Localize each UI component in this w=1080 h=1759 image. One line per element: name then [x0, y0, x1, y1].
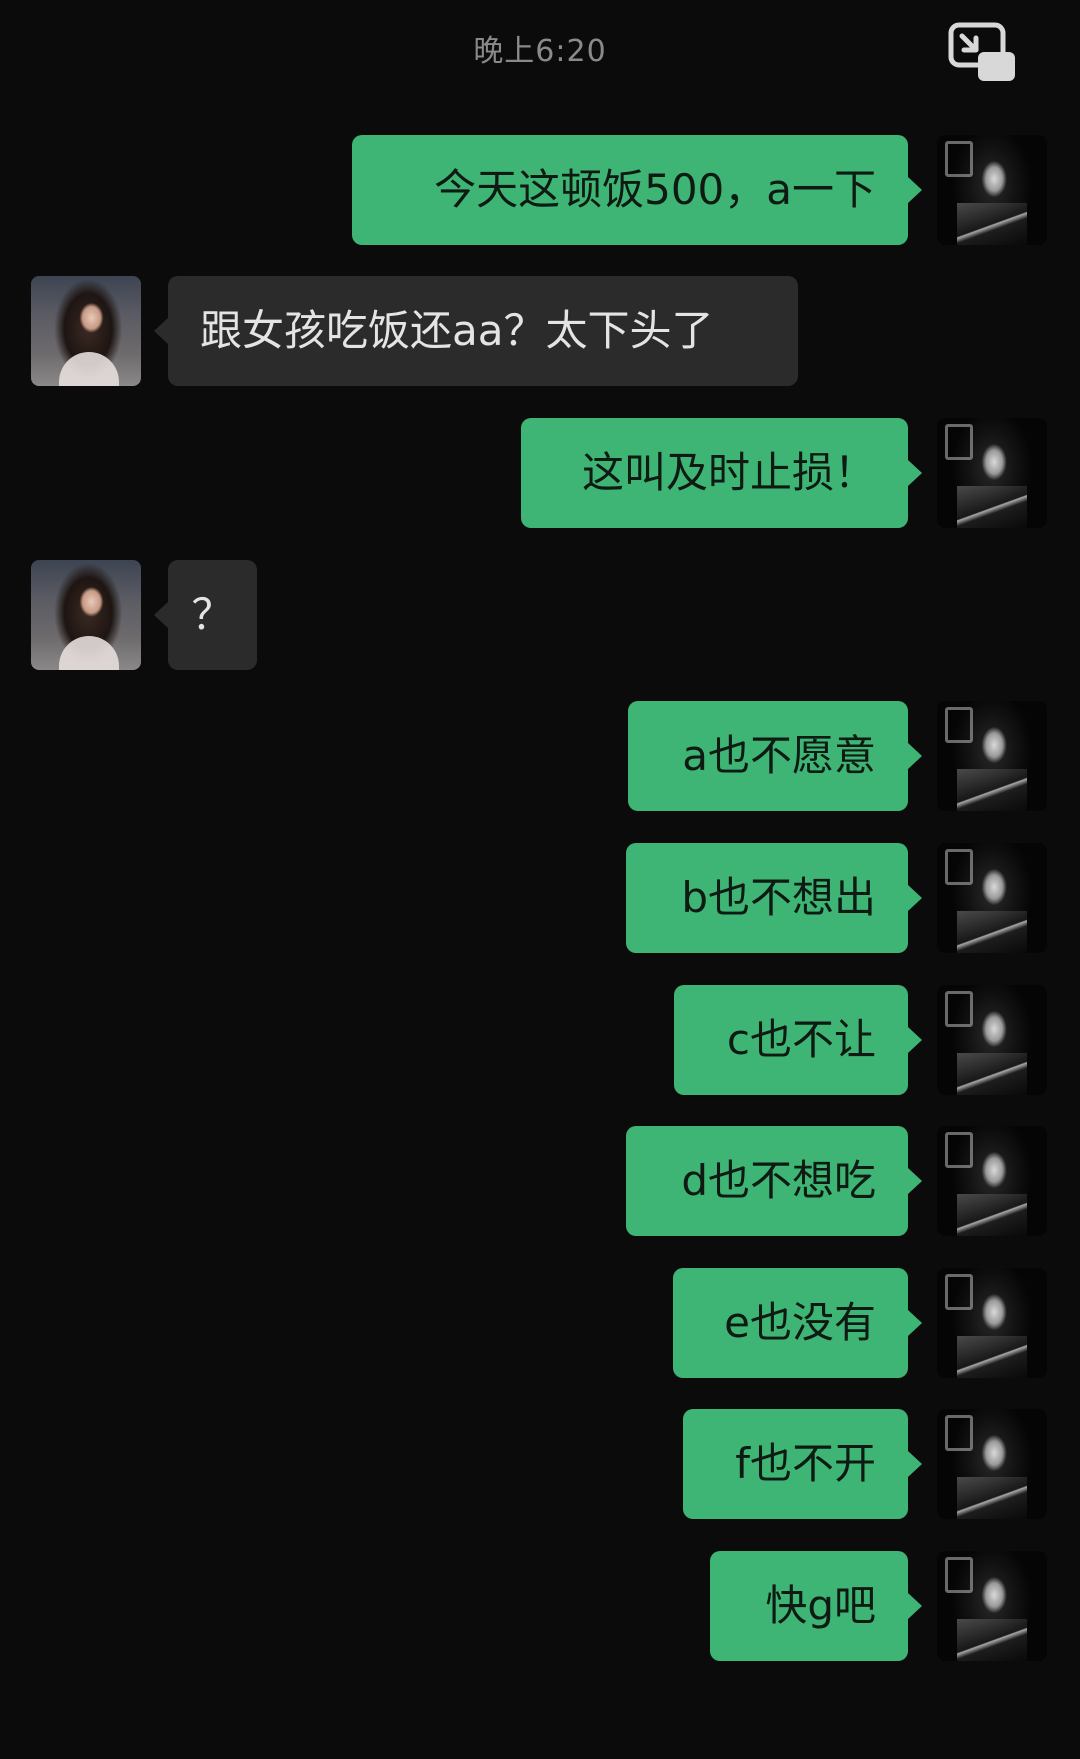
message-row-sent: b也不想出 — [0, 843, 1080, 953]
message-bubble-sent[interactable]: 这叫及时止损！ — [521, 418, 922, 528]
picture-in-picture-icon[interactable] — [948, 22, 1018, 84]
message-bubble-sent[interactable]: e也没有 — [673, 1268, 922, 1378]
my-avatar[interactable] — [937, 418, 1047, 528]
my-avatar[interactable] — [937, 1126, 1047, 1236]
my-avatar[interactable] — [937, 135, 1047, 245]
message-row-sent: d也不想吃 — [0, 1126, 1080, 1236]
message-bubble-received[interactable]: ？ — [154, 560, 257, 670]
message-bubble-sent[interactable]: b也不想出 — [626, 843, 922, 953]
contact-avatar[interactable] — [31, 276, 141, 386]
message-bubble-sent[interactable]: 快g吧 — [710, 1551, 922, 1661]
contact-avatar[interactable] — [31, 560, 141, 670]
message-row-sent: 快g吧 — [0, 1551, 1080, 1661]
my-avatar[interactable] — [937, 701, 1047, 811]
message-bubble-sent[interactable]: c也不让 — [674, 985, 922, 1095]
message-bubble-sent[interactable]: 今天这顿饭500，a一下 — [352, 135, 922, 245]
message-row-sent: 今天这顿饭500，a一下 — [0, 135, 1080, 245]
my-avatar[interactable] — [937, 843, 1047, 953]
message-row-received: ？ — [0, 560, 1080, 670]
chat-timestamp: 晚上6:20 — [473, 34, 607, 69]
message-bubble-received[interactable]: 跟女孩吃饭还aa？太下头了 — [154, 276, 798, 386]
my-avatar[interactable] — [937, 1551, 1047, 1661]
my-avatar[interactable] — [937, 985, 1047, 1095]
my-avatar[interactable] — [937, 1409, 1047, 1519]
message-row-sent: f也不开 — [0, 1409, 1080, 1519]
my-avatar[interactable] — [937, 1268, 1047, 1378]
message-row-sent: 这叫及时止损！ — [0, 418, 1080, 528]
message-row-sent: e也没有 — [0, 1268, 1080, 1378]
message-row-sent: a也不愿意 — [0, 701, 1080, 811]
message-row-received: 跟女孩吃饭还aa？太下头了 — [0, 276, 1080, 386]
message-row-sent: c也不让 — [0, 985, 1080, 1095]
message-bubble-sent[interactable]: a也不愿意 — [628, 701, 922, 811]
message-bubble-sent[interactable]: f也不开 — [683, 1409, 922, 1519]
message-bubble-sent[interactable]: d也不想吃 — [626, 1126, 922, 1236]
